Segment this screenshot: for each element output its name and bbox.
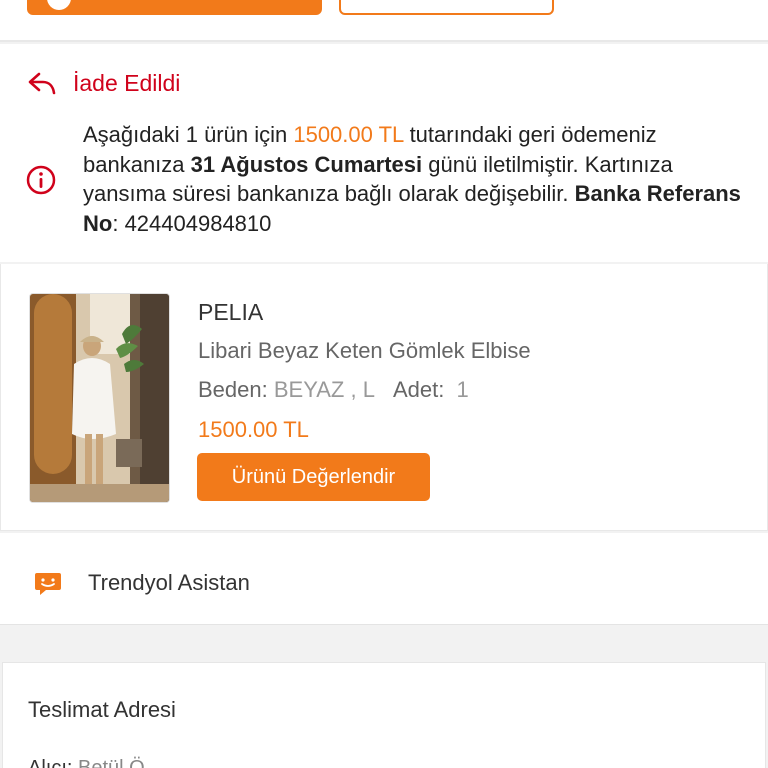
product-brand: PELIA [198,299,264,325]
size-value: BEYAZ , L [273,377,375,402]
product-variant: Beden: BEYAZ , L Adet: 1 [198,377,469,403]
recipient-label: Alıcı: [28,757,73,768]
secondary-action-button[interactable] [339,0,554,15]
primary-action-button[interactable] [27,0,322,15]
refund-status-title: İade Edildi [73,69,181,96]
delivery-address-card: Teslimat Adresi Alıcı: Betül Ö... [2,662,766,768]
refund-status-card: İade Edildi Aşağıdaki 1 ürün için 1500.0… [0,44,768,262]
chat-bubble-icon [35,573,61,595]
refund-text-part: Aşağıdaki 1 ürün için [83,122,294,147]
refund-description: Aşağıdaki 1 ürün için 1500.00 TL tutarın… [83,120,753,238]
reply-icon [28,72,56,95]
assistant-row[interactable]: Trendyol Asistan [0,533,768,625]
product-photo-illustration [30,294,169,502]
recipient-line: Alıcı: Betül Ö... [28,757,161,768]
product-price: 1500.00 TL [198,417,309,442]
recipient-value: Betül Ö... [78,757,162,768]
reference-separator: : [112,210,125,236]
refund-date: 31 Ağustos Cumartesi [190,151,423,177]
button-circle-icon [47,0,71,10]
delivery-address-title: Teslimat Adresi [28,697,176,722]
assistant-label: Trendyol Asistan [88,570,250,595]
quantity-label: Adet: [392,377,445,402]
refund-status-header: İade Edildi [27,66,180,100]
rate-product-button[interactable]: Ürünü Değerlendir [197,453,430,501]
info-circle-icon [26,165,56,195]
top-action-bar [0,0,768,42]
refund-amount: 1500.00 TL [293,122,404,147]
size-label: Beden: [198,377,268,402]
quantity-value: 1 [456,377,469,402]
product-name[interactable]: Libari Beyaz Keten Gömlek Elbise [198,338,531,364]
bank-reference-value: 424404984810 [124,210,272,236]
product-card: PELIA Libari Beyaz Keten Gömlek Elbise B… [0,264,768,531]
product-image[interactable] [29,293,170,503]
